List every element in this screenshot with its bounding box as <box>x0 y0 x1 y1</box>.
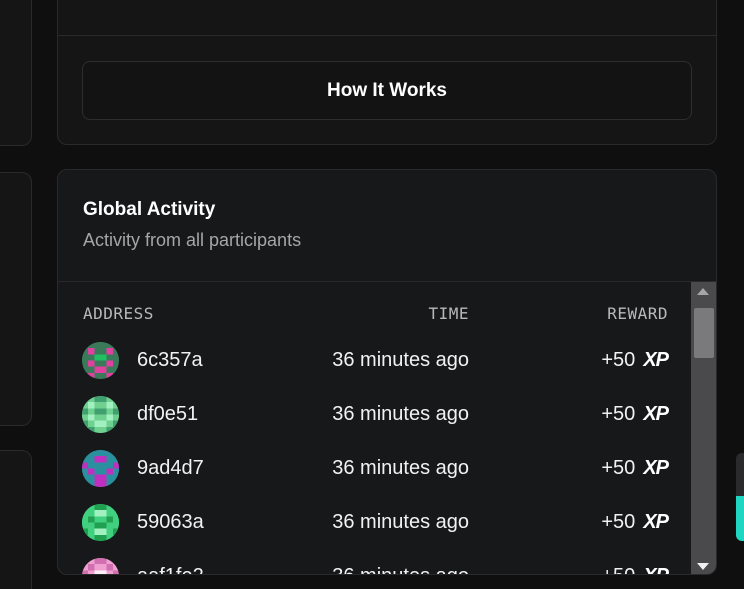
xp-logo-icon: XP <box>643 349 669 371</box>
left-panel-card-bottom <box>0 450 32 589</box>
reward-amount: +50 <box>601 457 636 479</box>
global-activity-card: Global Activity Activity from all partic… <box>57 169 717 575</box>
reward-amount: +50 <box>601 403 636 425</box>
row-reward: +50 XP <box>601 403 669 426</box>
table-row[interactable]: 9ad4d7 36 minutes ago +50 XP <box>58 450 692 504</box>
avatar <box>82 396 119 433</box>
column-header-reward: REWARD <box>607 304 668 323</box>
left-panel-card-middle <box>0 172 32 426</box>
global-activity-title: Global Activity <box>83 199 216 220</box>
avatar <box>82 342 119 379</box>
xp-logo-icon: XP <box>643 511 669 533</box>
row-address[interactable]: 6c357a <box>137 349 203 372</box>
row-time: 36 minutes ago <box>332 403 469 425</box>
avatar <box>82 558 119 574</box>
scroll-down-arrow-icon[interactable] <box>697 563 709 570</box>
activity-scrollbar[interactable] <box>691 282 716 574</box>
row-time: 36 minutes ago <box>332 565 469 574</box>
row-reward: +50 XP <box>601 457 669 480</box>
scrollbar-thumb[interactable] <box>694 308 714 358</box>
row-time: 36 minutes ago <box>332 457 469 479</box>
table-row[interactable]: 59063a 36 minutes ago +50 XP <box>58 504 692 558</box>
xp-logo-icon: XP <box>643 457 669 479</box>
reward-amount: +50 <box>601 565 635 574</box>
activity-table[interactable]: ADDRESS TIME REWARD 6c357a 36 minutes ago… <box>58 282 692 574</box>
table-row[interactable]: 6c357a 36 minutes ago +50 XP <box>58 342 692 396</box>
row-time: 36 minutes ago <box>332 511 469 533</box>
row-address[interactable]: aaf1fe2 <box>137 565 204 574</box>
table-row[interactable]: df0e51 36 minutes ago +50 XP <box>58 396 692 450</box>
row-address[interactable]: df0e51 <box>137 403 198 426</box>
global-activity-subtitle: Activity from all participants <box>83 230 302 250</box>
reward-amount: +50 <box>601 349 636 371</box>
table-row[interactable]: aaf1fe2 36 minutes ago +50 XP <box>58 558 692 574</box>
xp-logo-icon: XP <box>643 403 669 425</box>
avatar <box>82 450 119 487</box>
row-address[interactable]: 59063a <box>137 511 204 534</box>
info-card: How It Works <box>57 0 717 145</box>
scroll-up-arrow-icon[interactable] <box>697 288 709 295</box>
reward-amount: +50 <box>601 511 636 533</box>
side-progress-fill <box>736 496 744 541</box>
info-card-divider <box>58 35 716 36</box>
left-panel-card-top <box>0 0 32 146</box>
column-header-time: TIME <box>428 304 469 323</box>
row-address[interactable]: 9ad4d7 <box>137 457 204 480</box>
column-header-address: ADDRESS <box>83 304 154 323</box>
row-time: 36 minutes ago <box>332 349 469 371</box>
row-reward: +50 XP <box>601 511 669 534</box>
side-progress-widget[interactable] <box>736 453 744 541</box>
xp-logo-icon: XP <box>643 565 669 574</box>
row-reward: +50 XP <box>601 349 669 372</box>
row-reward: +50 XP <box>601 565 669 574</box>
how-it-works-button[interactable]: How It Works <box>82 61 692 120</box>
avatar <box>82 504 119 541</box>
